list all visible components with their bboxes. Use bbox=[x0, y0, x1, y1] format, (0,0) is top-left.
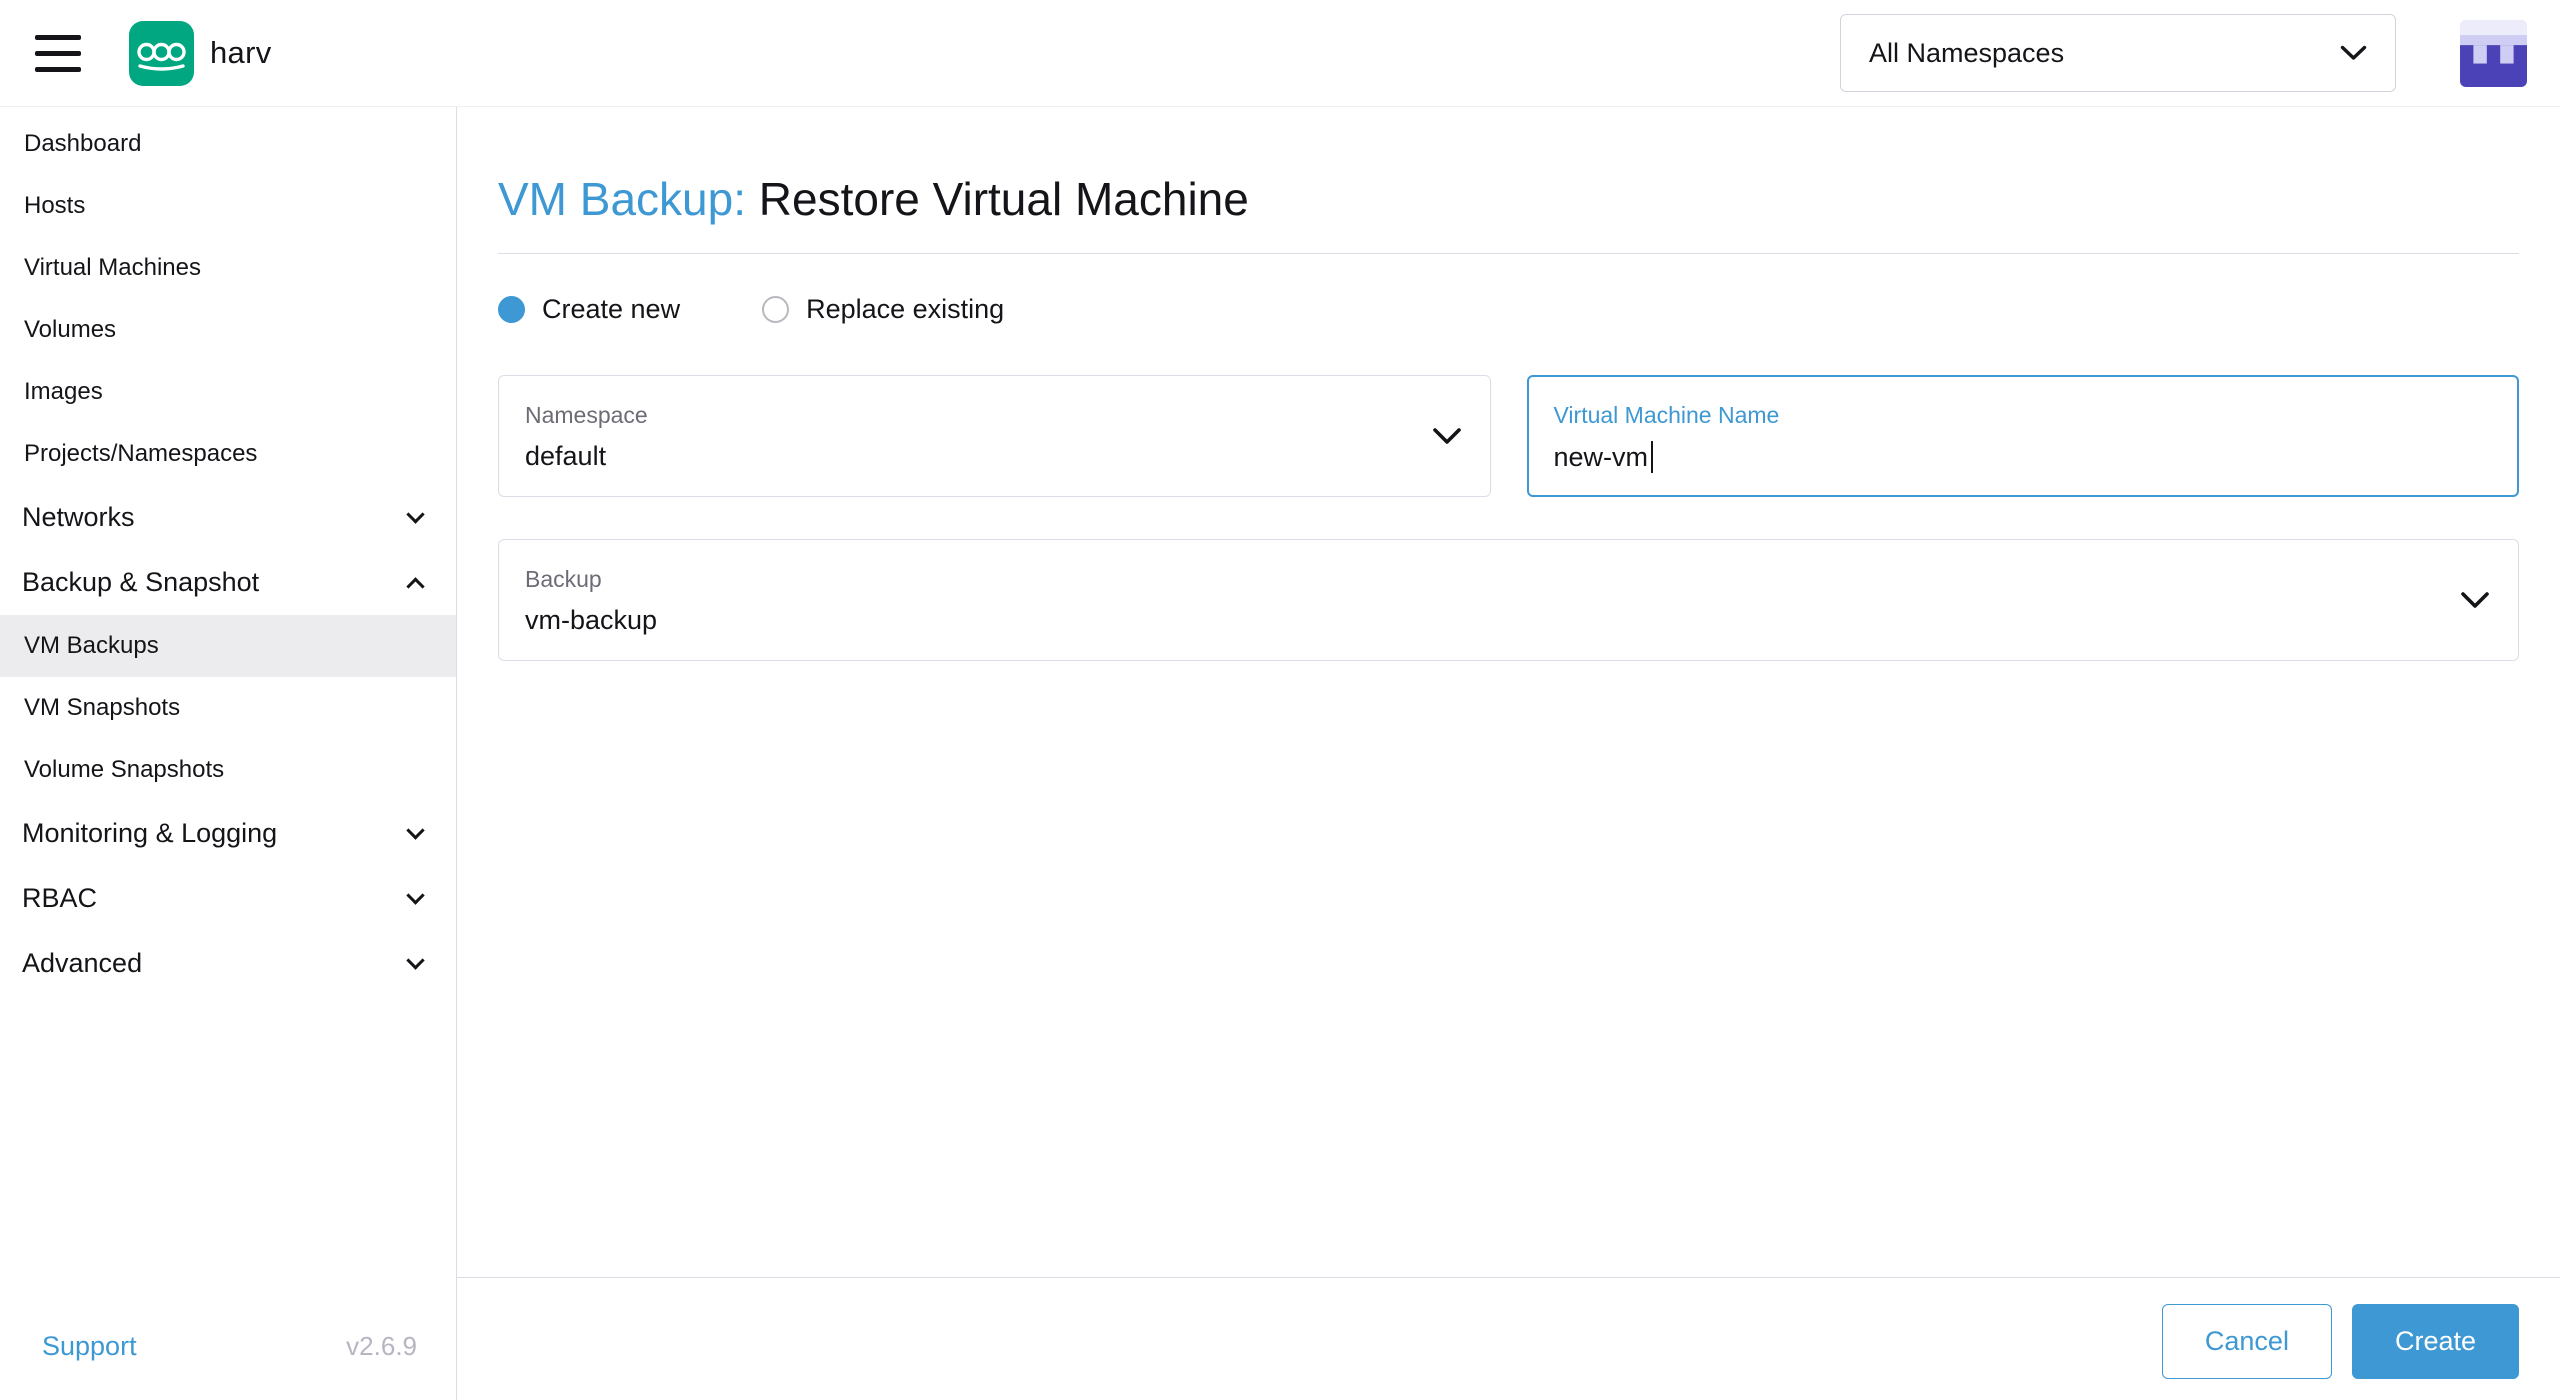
sidebar-group-networks[interactable]: Networks bbox=[0, 485, 456, 550]
chevron-down-icon bbox=[406, 885, 425, 905]
radio-unselected-icon bbox=[762, 296, 790, 323]
namespace-filter-value: All Namespaces bbox=[1869, 37, 2065, 68]
app-root: harv All Namespaces Dashboard Hosts Virt… bbox=[0, 0, 2560, 1400]
title-divider bbox=[498, 253, 2519, 254]
chevron-down-icon bbox=[1432, 428, 1461, 444]
brand-name: harv bbox=[210, 35, 272, 70]
sidebar-group-advanced[interactable]: Advanced bbox=[0, 931, 456, 996]
vm-name-input-label: Virtual Machine Name bbox=[1553, 402, 1780, 428]
namespace-select-label: Namespace bbox=[525, 402, 648, 428]
chevron-down-icon bbox=[406, 820, 425, 840]
menu-toggle-button[interactable] bbox=[35, 34, 81, 72]
header: harv All Namespaces bbox=[0, 0, 2560, 107]
namespace-select[interactable]: Namespace default bbox=[498, 375, 1491, 497]
sidebar-item-images[interactable]: Images bbox=[0, 361, 456, 423]
cancel-button[interactable]: Cancel bbox=[2161, 1304, 2332, 1379]
create-button[interactable]: Create bbox=[2351, 1304, 2519, 1379]
sidebar-group-backup-snapshot[interactable]: Backup & Snapshot bbox=[0, 550, 456, 615]
avatar-identicon-icon bbox=[2460, 19, 2527, 87]
layout: Dashboard Hosts Virtual Machines Volumes… bbox=[0, 107, 2560, 1400]
sidebar-group-rbac[interactable]: RBAC bbox=[0, 866, 456, 931]
page-title-resource-link[interactable]: VM Backup: bbox=[498, 173, 746, 225]
support-link[interactable]: Support bbox=[42, 1331, 137, 1362]
sidebar-group-label: Backup & Snapshot bbox=[22, 567, 260, 597]
sidebar-item-volumes[interactable]: Volumes bbox=[0, 299, 456, 361]
vm-name-input-value: new-vm bbox=[1553, 441, 1649, 472]
page-title: VM Backup: Restore Virtual Machine bbox=[498, 171, 2519, 227]
backup-select-label: Backup bbox=[525, 566, 602, 592]
sidebar-item-vm-snapshots[interactable]: VM Snapshots bbox=[0, 677, 456, 739]
version-label: v2.6.9 bbox=[346, 1331, 417, 1361]
main-content: VM Backup: Restore Virtual Machine Creat… bbox=[457, 107, 2560, 1400]
sidebar-group-label: Advanced bbox=[22, 948, 143, 978]
sidebar-group-monitoring-logging[interactable]: Monitoring & Logging bbox=[0, 801, 456, 866]
chevron-down-icon bbox=[2340, 45, 2367, 60]
backup-select-value: vm-backup bbox=[525, 605, 658, 635]
sidebar-item-projects-namespaces[interactable]: Projects/Namespaces bbox=[0, 423, 456, 485]
chevron-down-icon bbox=[2461, 592, 2489, 608]
sidebar-nav: Dashboard Hosts Virtual Machines Volumes… bbox=[0, 113, 456, 996]
backup-row: Backup vm-backup bbox=[498, 539, 2519, 661]
radio-label: Create new bbox=[542, 294, 681, 324]
radio-label: Replace existing bbox=[806, 294, 1005, 324]
sidebar-group-label: RBAC bbox=[22, 883, 98, 913]
sidebar-item-volume-snapshots[interactable]: Volume Snapshots bbox=[0, 739, 456, 801]
vm-name-input-value-wrap: new-vm bbox=[1554, 441, 2493, 473]
hamburger-icon bbox=[35, 34, 81, 40]
backup-select[interactable]: Backup vm-backup bbox=[498, 539, 2519, 661]
restore-mode-radio-group: Create new Replace existing bbox=[498, 294, 2519, 325]
namespace-filter-dropdown[interactable]: All Namespaces bbox=[1840, 14, 2396, 92]
sidebar-item-virtual-machines[interactable]: Virtual Machines bbox=[0, 237, 456, 299]
radio-create-new[interactable]: Create new bbox=[498, 294, 680, 325]
radio-selected-icon bbox=[498, 296, 525, 323]
chevron-down-icon bbox=[406, 504, 425, 524]
sidebar-group-label: Monitoring & Logging bbox=[22, 818, 278, 848]
sidebar-item-dashboard[interactable]: Dashboard bbox=[0, 113, 456, 175]
harvester-logo-icon bbox=[129, 20, 194, 86]
namespace-select-value: default bbox=[525, 441, 607, 471]
sidebar-item-hosts[interactable]: Hosts bbox=[0, 175, 456, 237]
sidebar: Dashboard Hosts Virtual Machines Volumes… bbox=[0, 107, 457, 1400]
chevron-up-icon bbox=[406, 576, 425, 596]
text-cursor bbox=[1651, 441, 1654, 473]
action-footer: Cancel Create bbox=[457, 1277, 2560, 1400]
sidebar-footer: Support v2.6.9 bbox=[0, 1331, 456, 1400]
chevron-down-icon bbox=[406, 950, 425, 970]
vm-name-input[interactable]: Virtual Machine Name new-vm bbox=[1526, 375, 2519, 497]
user-avatar[interactable] bbox=[2460, 19, 2527, 87]
brand-home-link[interactable]: harv bbox=[129, 20, 272, 86]
radio-replace-existing[interactable]: Replace existing bbox=[762, 294, 1004, 325]
sidebar-group-label: Networks bbox=[22, 502, 135, 532]
form-row: Namespace default Virtual Machine Name n… bbox=[498, 375, 2519, 497]
page-title-action: Restore Virtual Machine bbox=[758, 173, 1249, 225]
sidebar-item-vm-backups[interactable]: VM Backups bbox=[0, 615, 456, 677]
